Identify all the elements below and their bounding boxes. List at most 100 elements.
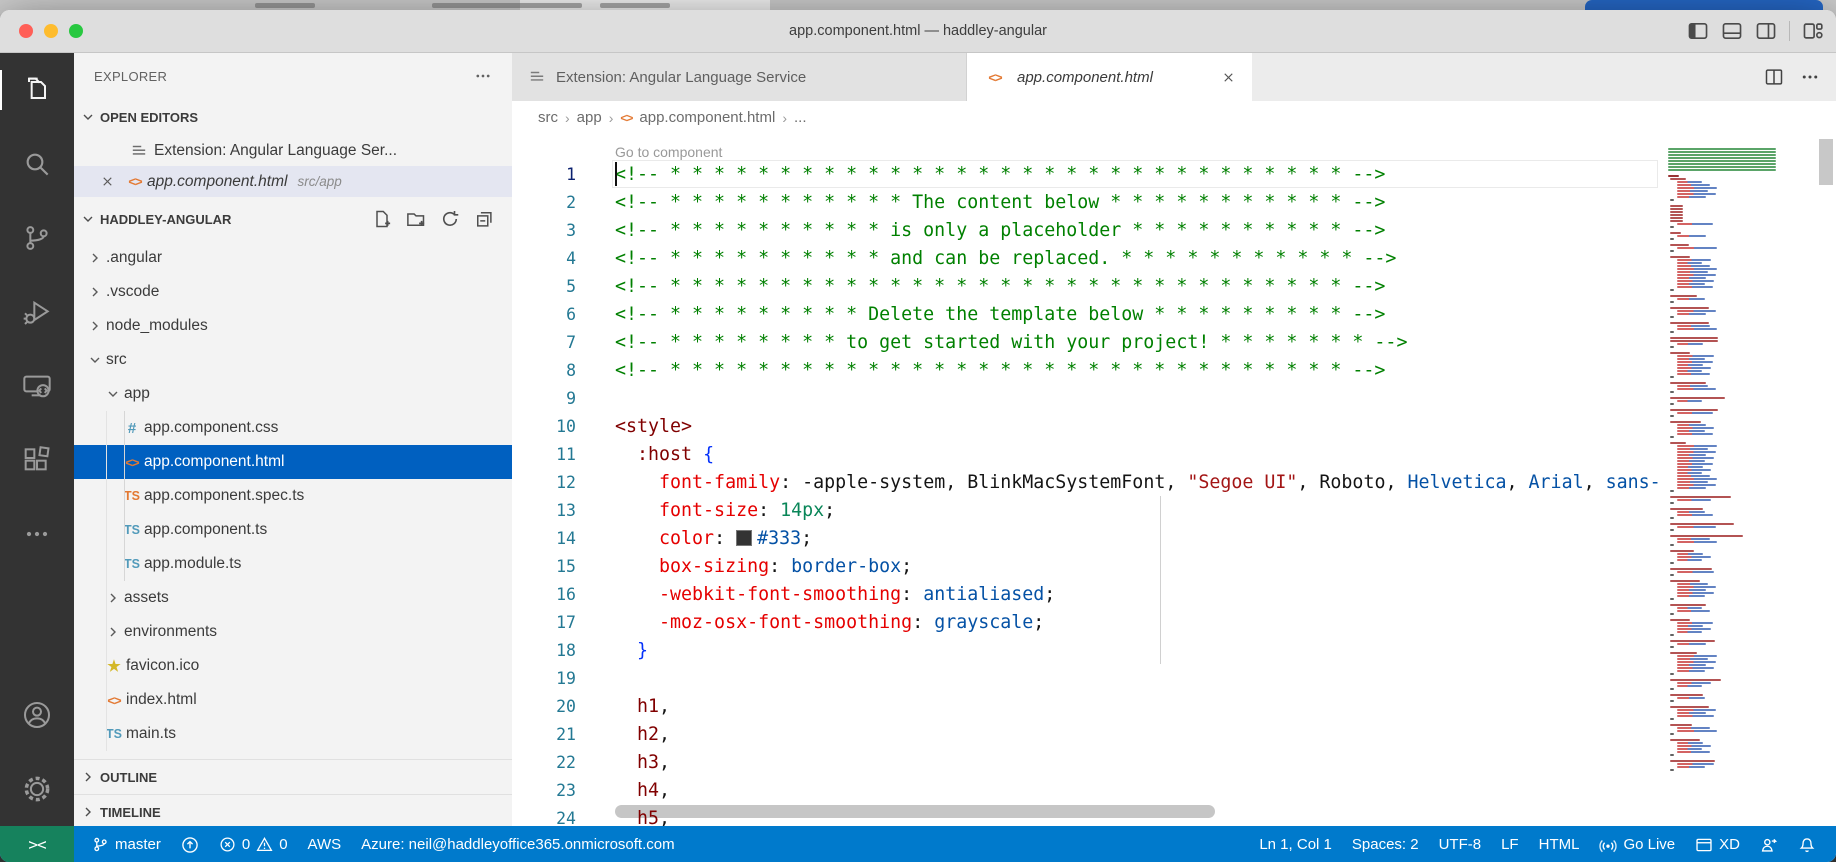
activity-bar-search[interactable] [0, 127, 74, 201]
code-line[interactable]: 24 h5, [512, 804, 1836, 827]
status-item-publish[interactable] [171, 826, 209, 862]
close-icon[interactable] [100, 174, 115, 189]
status-item-feedback[interactable] [1750, 826, 1788, 862]
activity-bar-source-control[interactable] [0, 201, 74, 275]
refresh-icon[interactable] [440, 209, 460, 229]
tab-extension-angular-language-service[interactable]: Extension: Angular Language Service [512, 53, 967, 101]
customize-layout-icon[interactable] [1802, 20, 1824, 42]
remote-indicator[interactable]: >< [0, 826, 74, 862]
tree-item-node-modules[interactable]: node_modules [74, 309, 512, 343]
activity-bar-run-debug[interactable] [0, 275, 74, 349]
open-editor-item[interactable]: <> app.component.html src/app [74, 166, 512, 197]
toggle-secondary-sidebar-icon[interactable] [1755, 20, 1777, 42]
status-item-xd[interactable]: XD [1685, 826, 1750, 862]
outline-section[interactable]: OUTLINE [74, 759, 512, 794]
activity-bar-more[interactable] [0, 497, 74, 571]
code-line[interactable]: 4 <!-- * * * * * * * * * * and can be rep… [512, 244, 1836, 272]
toggle-panel-icon[interactable] [1721, 20, 1743, 42]
status-item-language-mode[interactable]: HTML [1529, 826, 1590, 862]
status-item-problems[interactable]: 00 [209, 826, 298, 862]
code-line[interactable]: 5 <!-- * * * * * * * * * * * * * * * * * … [512, 272, 1836, 300]
tree-item--vscode[interactable]: .vscode [74, 275, 512, 309]
vertical-scrollbar[interactable] [1816, 134, 1836, 826]
code-editor[interactable]: Go to component 1 <!-- * * * * * * * * * … [512, 134, 1836, 826]
code-line[interactable]: 6 <!-- * * * * * * * * * Delete the templ… [512, 300, 1836, 328]
open-editor-item[interactable]: Extension: Angular Language Ser... [74, 135, 512, 166]
minimize-window-button[interactable] [44, 24, 58, 38]
code-line[interactable]: 14 color: #333; [512, 524, 1836, 552]
scrollbar-thumb[interactable] [1819, 139, 1833, 185]
status-item-branch[interactable]: master [82, 826, 171, 862]
status-item-go-live[interactable]: Go Live [1589, 826, 1685, 862]
code-line[interactable]: 16 -webkit-font-smoothing: antialiased; [512, 580, 1836, 608]
status-item-indentation[interactable]: Spaces: 2 [1342, 826, 1429, 862]
minimap[interactable] [1660, 134, 1816, 826]
collapse-all-icon[interactable] [474, 209, 494, 229]
split-editor-icon[interactable] [1764, 67, 1784, 87]
tree-item-main-ts[interactable]: TS main.ts [74, 717, 512, 751]
tab-app-component-html[interactable]: <> app.component.html [967, 53, 1252, 101]
activity-bar-remote-explorer[interactable] [0, 349, 74, 423]
explorer-more-actions-icon[interactable] [474, 67, 492, 85]
tree-item-app-component-css[interactable]: # app.component.css [74, 411, 512, 445]
tree-item--angular[interactable]: .angular [74, 241, 512, 275]
code-line[interactable]: 7 <!-- * * * * * * * * to get started wit… [512, 328, 1836, 356]
project-root-haddley-angular[interactable]: HADDLEY-ANGULAR [74, 197, 512, 241]
timeline-section[interactable]: TIMELINE [74, 794, 512, 826]
breadcrumb-item[interactable]: ... [794, 109, 807, 126]
zoom-window-button[interactable] [69, 24, 83, 38]
activity-bar-settings[interactable] [0, 752, 74, 826]
status-item-notifications[interactable] [1788, 826, 1826, 862]
code-line[interactable]: 9 [512, 384, 1836, 412]
code-line[interactable]: 17 -moz-osx-font-smoothing: grayscale; [512, 608, 1836, 636]
activity-bar-accounts[interactable] [0, 678, 74, 752]
status-item-encoding[interactable]: UTF-8 [1429, 826, 1492, 862]
breadcrumb-item[interactable]: app.component.html [639, 109, 775, 126]
breadcrumb-item[interactable]: src [538, 109, 558, 126]
activity-bar-extensions[interactable] [0, 423, 74, 497]
code-line[interactable]: 1 <!-- * * * * * * * * * * * * * * * * * … [512, 160, 1836, 188]
code-line[interactable]: 8 <!-- * * * * * * * * * * * * * * * * * … [512, 356, 1836, 384]
tree-item-environments[interactable]: environments [74, 615, 512, 649]
new-folder-icon[interactable] [406, 209, 426, 229]
open-editors-section[interactable]: OPEN EDITORS [74, 99, 512, 135]
status-item-cursor-position[interactable]: Ln 1, Col 1 [1249, 826, 1342, 862]
more-actions-icon[interactable] [1800, 67, 1820, 87]
tree-item-assets[interactable]: assets [74, 581, 512, 615]
tree-item-app-component-html[interactable]: <> app.component.html [74, 445, 512, 479]
new-file-icon[interactable] [372, 209, 392, 229]
tree-item-app[interactable]: app [74, 377, 512, 411]
tree-item-src[interactable]: src [74, 343, 512, 377]
code-line[interactable]: 21 h2, [512, 720, 1836, 748]
code-line[interactable]: 18 } [512, 636, 1836, 664]
tree-item-app-component-ts[interactable]: TS app.component.ts [74, 513, 512, 547]
status-item-aws[interactable]: AWS [298, 826, 352, 862]
code-line[interactable]: 11 :host { [512, 440, 1836, 468]
activity-bar-explorer[interactable] [0, 53, 74, 127]
tree-item-index-html[interactable]: <> index.html [74, 683, 512, 717]
status-item-azure[interactable]: Azure: neil@haddleyoffice365.onmicrosoft… [351, 826, 684, 862]
tree-item-favicon-ico[interactable]: ★ favicon.ico [74, 649, 512, 683]
code-line[interactable]: 19 [512, 664, 1836, 692]
code-line[interactable]: 15 box-sizing: border-box; [512, 552, 1836, 580]
tree-item-app-module-ts[interactable]: TS app.module.ts [74, 547, 512, 581]
toggle-primary-sidebar-icon[interactable] [1687, 20, 1709, 42]
code-line[interactable]: 12 font-family: -apple-system, BlinkMacS… [512, 468, 1836, 496]
code-line[interactable]: 22 h3, [512, 748, 1836, 776]
status-item-eol[interactable]: LF [1491, 826, 1529, 862]
code-line[interactable]: 10 <style> [512, 412, 1836, 440]
tree-item-app-component-spec-ts[interactable]: TS app.component.spec.ts [74, 479, 512, 513]
code-line[interactable]: 20 h1, [512, 692, 1836, 720]
tab-bar-actions [1764, 53, 1836, 101]
breadcrumb[interactable]: src › app › <> app.component.html ›... [512, 101, 1836, 134]
close-icon[interactable] [1221, 70, 1236, 85]
code-line[interactable]: 23 h4, [512, 776, 1836, 804]
git-branch-icon [92, 836, 109, 853]
titlebar[interactable]: app.component.html — haddley-angular [0, 10, 1836, 53]
code-line[interactable]: 13 font-size: 14px; [512, 496, 1836, 524]
codelens-go-to-component[interactable]: Go to component [615, 144, 722, 160]
code-line[interactable]: 2 <!-- * * * * * * * * * * * The content … [512, 188, 1836, 216]
close-window-button[interactable] [19, 24, 33, 38]
breadcrumb-item[interactable]: app [577, 109, 602, 126]
code-line[interactable]: 3 <!-- * * * * * * * * * * is only a plac… [512, 216, 1836, 244]
